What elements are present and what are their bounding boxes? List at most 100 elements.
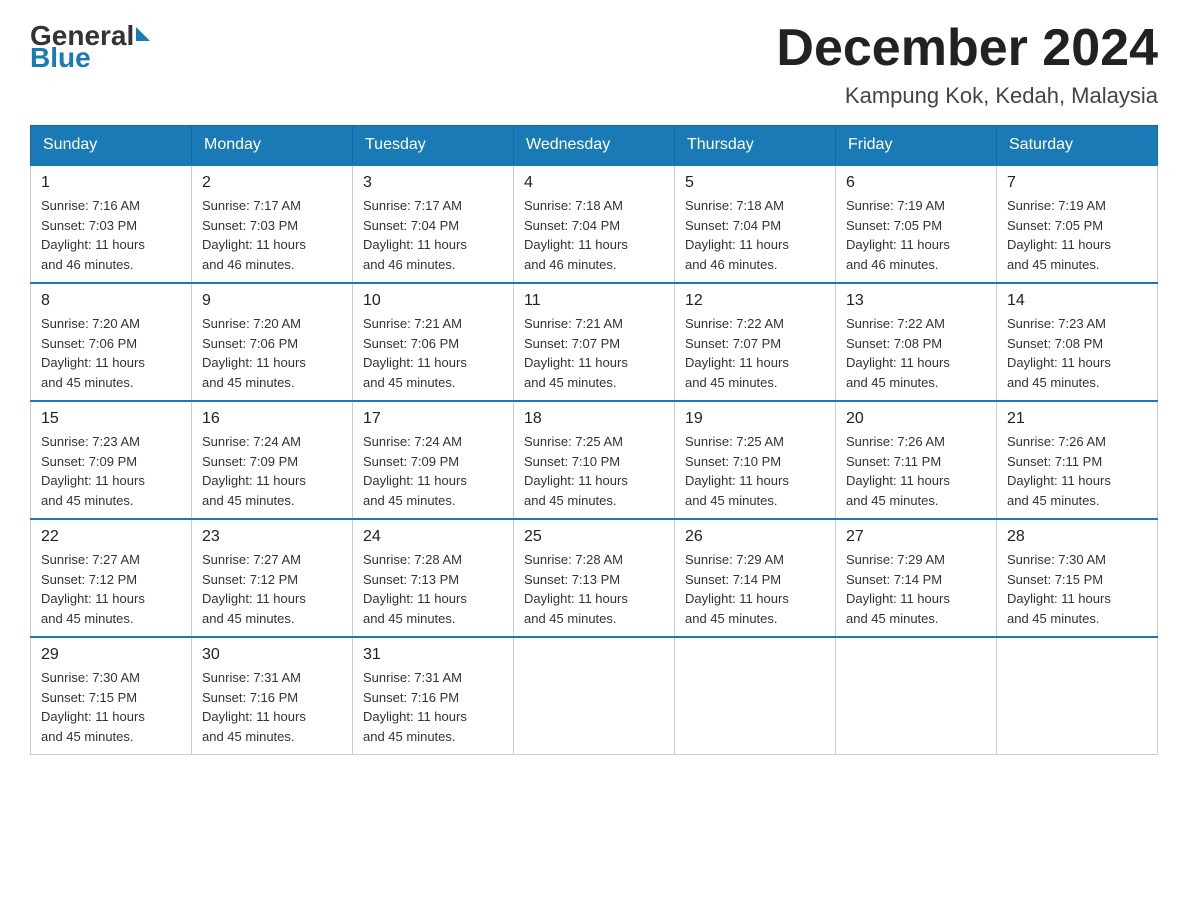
day-number: 10	[363, 292, 503, 310]
day-number: 16	[202, 410, 342, 428]
calendar-cell: 27 Sunrise: 7:29 AMSunset: 7:14 PMDaylig…	[836, 519, 997, 637]
day-number: 21	[1007, 410, 1147, 428]
col-header-friday: Friday	[836, 126, 997, 166]
day-number: 12	[685, 292, 825, 310]
day-number: 17	[363, 410, 503, 428]
day-info: Sunrise: 7:26 AMSunset: 7:11 PMDaylight:…	[1007, 432, 1147, 510]
day-number: 8	[41, 292, 181, 310]
calendar-cell: 13 Sunrise: 7:22 AMSunset: 7:08 PMDaylig…	[836, 283, 997, 401]
calendar-cell	[514, 637, 675, 755]
day-number: 19	[685, 410, 825, 428]
calendar-cell: 20 Sunrise: 7:26 AMSunset: 7:11 PMDaylig…	[836, 401, 997, 519]
col-header-saturday: Saturday	[997, 126, 1158, 166]
calendar-cell: 16 Sunrise: 7:24 AMSunset: 7:09 PMDaylig…	[192, 401, 353, 519]
day-info: Sunrise: 7:20 AMSunset: 7:06 PMDaylight:…	[41, 314, 181, 392]
calendar-cell: 24 Sunrise: 7:28 AMSunset: 7:13 PMDaylig…	[353, 519, 514, 637]
calendar-cell: 25 Sunrise: 7:28 AMSunset: 7:13 PMDaylig…	[514, 519, 675, 637]
calendar-cell: 14 Sunrise: 7:23 AMSunset: 7:08 PMDaylig…	[997, 283, 1158, 401]
calendar-cell: 8 Sunrise: 7:20 AMSunset: 7:06 PMDayligh…	[31, 283, 192, 401]
calendar-cell: 6 Sunrise: 7:19 AMSunset: 7:05 PMDayligh…	[836, 165, 997, 283]
day-number: 2	[202, 174, 342, 192]
day-info: Sunrise: 7:29 AMSunset: 7:14 PMDaylight:…	[846, 550, 986, 628]
calendar-cell: 31 Sunrise: 7:31 AMSunset: 7:16 PMDaylig…	[353, 637, 514, 755]
calendar-cell: 11 Sunrise: 7:21 AMSunset: 7:07 PMDaylig…	[514, 283, 675, 401]
calendar-cell: 1 Sunrise: 7:16 AMSunset: 7:03 PMDayligh…	[31, 165, 192, 283]
day-info: Sunrise: 7:21 AMSunset: 7:07 PMDaylight:…	[524, 314, 664, 392]
calendar-week-row: 15 Sunrise: 7:23 AMSunset: 7:09 PMDaylig…	[31, 401, 1158, 519]
day-number: 27	[846, 528, 986, 546]
day-info: Sunrise: 7:18 AMSunset: 7:04 PMDaylight:…	[685, 196, 825, 274]
day-info: Sunrise: 7:21 AMSunset: 7:06 PMDaylight:…	[363, 314, 503, 392]
day-info: Sunrise: 7:30 AMSunset: 7:15 PMDaylight:…	[1007, 550, 1147, 628]
calendar-table: SundayMondayTuesdayWednesdayThursdayFrid…	[30, 125, 1158, 755]
col-header-monday: Monday	[192, 126, 353, 166]
day-number: 11	[524, 292, 664, 310]
calendar-cell: 26 Sunrise: 7:29 AMSunset: 7:14 PMDaylig…	[675, 519, 836, 637]
day-number: 1	[41, 174, 181, 192]
day-number: 26	[685, 528, 825, 546]
day-number: 4	[524, 174, 664, 192]
calendar-cell: 4 Sunrise: 7:18 AMSunset: 7:04 PMDayligh…	[514, 165, 675, 283]
calendar-cell: 17 Sunrise: 7:24 AMSunset: 7:09 PMDaylig…	[353, 401, 514, 519]
logo-arrow-icon	[136, 27, 150, 41]
day-number: 15	[41, 410, 181, 428]
month-title: December 2024	[776, 20, 1158, 77]
calendar-header-row: SundayMondayTuesdayWednesdayThursdayFrid…	[31, 126, 1158, 166]
day-number: 29	[41, 646, 181, 664]
day-info: Sunrise: 7:22 AMSunset: 7:08 PMDaylight:…	[846, 314, 986, 392]
col-header-tuesday: Tuesday	[353, 126, 514, 166]
day-number: 18	[524, 410, 664, 428]
calendar-cell: 21 Sunrise: 7:26 AMSunset: 7:11 PMDaylig…	[997, 401, 1158, 519]
day-number: 5	[685, 174, 825, 192]
day-number: 22	[41, 528, 181, 546]
day-info: Sunrise: 7:27 AMSunset: 7:12 PMDaylight:…	[41, 550, 181, 628]
day-info: Sunrise: 7:17 AMSunset: 7:04 PMDaylight:…	[363, 196, 503, 274]
page-header: General Blue December 2024 Kampung Kok, …	[30, 20, 1158, 109]
day-number: 30	[202, 646, 342, 664]
day-info: Sunrise: 7:16 AMSunset: 7:03 PMDaylight:…	[41, 196, 181, 274]
calendar-cell: 12 Sunrise: 7:22 AMSunset: 7:07 PMDaylig…	[675, 283, 836, 401]
day-number: 23	[202, 528, 342, 546]
calendar-cell: 18 Sunrise: 7:25 AMSunset: 7:10 PMDaylig…	[514, 401, 675, 519]
day-info: Sunrise: 7:20 AMSunset: 7:06 PMDaylight:…	[202, 314, 342, 392]
calendar-cell: 9 Sunrise: 7:20 AMSunset: 7:06 PMDayligh…	[192, 283, 353, 401]
calendar-cell: 28 Sunrise: 7:30 AMSunset: 7:15 PMDaylig…	[997, 519, 1158, 637]
calendar-cell: 23 Sunrise: 7:27 AMSunset: 7:12 PMDaylig…	[192, 519, 353, 637]
calendar-cell	[675, 637, 836, 755]
day-info: Sunrise: 7:23 AMSunset: 7:08 PMDaylight:…	[1007, 314, 1147, 392]
calendar-cell: 2 Sunrise: 7:17 AMSunset: 7:03 PMDayligh…	[192, 165, 353, 283]
day-info: Sunrise: 7:25 AMSunset: 7:10 PMDaylight:…	[685, 432, 825, 510]
calendar-cell: 10 Sunrise: 7:21 AMSunset: 7:06 PMDaylig…	[353, 283, 514, 401]
location-title: Kampung Kok, Kedah, Malaysia	[776, 83, 1158, 109]
calendar-cell: 15 Sunrise: 7:23 AMSunset: 7:09 PMDaylig…	[31, 401, 192, 519]
day-info: Sunrise: 7:18 AMSunset: 7:04 PMDaylight:…	[524, 196, 664, 274]
logo-blue-text: Blue	[30, 42, 91, 73]
day-number: 24	[363, 528, 503, 546]
calendar-cell: 7 Sunrise: 7:19 AMSunset: 7:05 PMDayligh…	[997, 165, 1158, 283]
day-info: Sunrise: 7:29 AMSunset: 7:14 PMDaylight:…	[685, 550, 825, 628]
day-number: 7	[1007, 174, 1147, 192]
logo: General Blue	[30, 20, 152, 74]
day-info: Sunrise: 7:24 AMSunset: 7:09 PMDaylight:…	[363, 432, 503, 510]
calendar-cell: 29 Sunrise: 7:30 AMSunset: 7:15 PMDaylig…	[31, 637, 192, 755]
day-number: 31	[363, 646, 503, 664]
day-info: Sunrise: 7:24 AMSunset: 7:09 PMDaylight:…	[202, 432, 342, 510]
col-header-wednesday: Wednesday	[514, 126, 675, 166]
calendar-cell: 22 Sunrise: 7:27 AMSunset: 7:12 PMDaylig…	[31, 519, 192, 637]
calendar-cell: 19 Sunrise: 7:25 AMSunset: 7:10 PMDaylig…	[675, 401, 836, 519]
day-info: Sunrise: 7:17 AMSunset: 7:03 PMDaylight:…	[202, 196, 342, 274]
day-number: 13	[846, 292, 986, 310]
day-info: Sunrise: 7:28 AMSunset: 7:13 PMDaylight:…	[524, 550, 664, 628]
calendar-week-row: 22 Sunrise: 7:27 AMSunset: 7:12 PMDaylig…	[31, 519, 1158, 637]
calendar-week-row: 1 Sunrise: 7:16 AMSunset: 7:03 PMDayligh…	[31, 165, 1158, 283]
calendar-cell	[836, 637, 997, 755]
calendar-week-row: 8 Sunrise: 7:20 AMSunset: 7:06 PMDayligh…	[31, 283, 1158, 401]
col-header-thursday: Thursday	[675, 126, 836, 166]
day-info: Sunrise: 7:30 AMSunset: 7:15 PMDaylight:…	[41, 668, 181, 746]
calendar-cell: 3 Sunrise: 7:17 AMSunset: 7:04 PMDayligh…	[353, 165, 514, 283]
day-number: 20	[846, 410, 986, 428]
day-number: 14	[1007, 292, 1147, 310]
day-info: Sunrise: 7:28 AMSunset: 7:13 PMDaylight:…	[363, 550, 503, 628]
title-area: December 2024 Kampung Kok, Kedah, Malays…	[776, 20, 1158, 109]
calendar-cell: 5 Sunrise: 7:18 AMSunset: 7:04 PMDayligh…	[675, 165, 836, 283]
